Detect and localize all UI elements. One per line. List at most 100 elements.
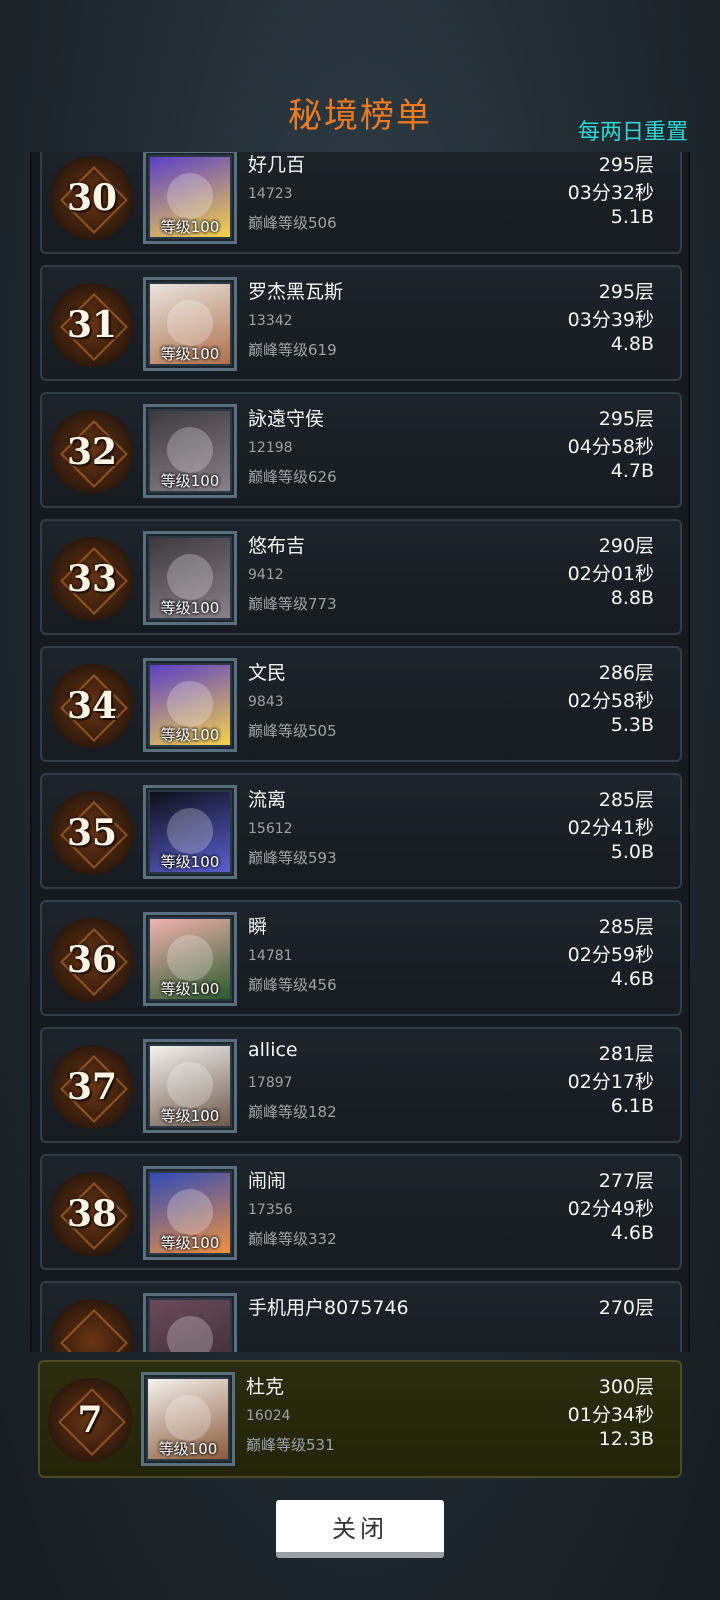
leaderboard-row[interactable]: 38 等级100 闹闹 17356 巅峰等级332 277层 02分49秒 4.6B: [40, 1154, 682, 1270]
avatar-level: 等级100: [160, 345, 220, 363]
rank-number: 32: [66, 431, 118, 473]
combat-power: 5.3B: [610, 714, 654, 736]
player-id: 13342: [248, 313, 293, 329]
floor-reached: 295层: [598, 408, 654, 430]
player-name: 瞬: [248, 916, 268, 938]
avatar[interactable]: 等级100: [143, 1039, 237, 1133]
avatar-face-icon: [167, 427, 213, 473]
clear-time: 02分17秒: [567, 1071, 654, 1093]
combat-power: 4.7B: [610, 460, 654, 482]
avatar[interactable]: 等级100: [143, 152, 237, 244]
avatar[interactable]: 等级100: [143, 1166, 237, 1260]
player-id: 12198: [248, 440, 293, 456]
floor-reached: 270层: [598, 1297, 654, 1319]
avatar[interactable]: 等级100: [143, 404, 237, 498]
leaderboard-row[interactable]: 37 等级100 allice 17897 巅峰等级182 281层 02分17秒 6.1B: [40, 1027, 682, 1143]
avatar-face-icon: [167, 554, 213, 600]
my-rank-row[interactable]: 7 等级100 杜克 16024 巅峰等级531 300层 01分34秒 12.…: [38, 1360, 682, 1478]
clear-time: 02分59秒: [567, 944, 654, 966]
reset-note: 每两日重置: [577, 120, 688, 145]
floor-reached: 281层: [598, 1043, 654, 1065]
peak-level: 巅峰等级506: [248, 214, 337, 232]
leaderboard-row[interactable]: 30 等级100 好几百 14723 巅峰等级506 295层 03分32秒 5.1B: [40, 152, 682, 254]
floor-reached: 285层: [598, 789, 654, 811]
rank-number: 33: [66, 558, 118, 600]
avatar-level: 等级100: [160, 726, 220, 744]
combat-power: 12.3B: [598, 1428, 654, 1450]
player-name: 文民: [248, 662, 287, 684]
rank-number: 34: [66, 685, 118, 727]
player-name: 悠布吉: [248, 535, 306, 557]
avatar-image: 等级100: [150, 284, 230, 364]
rank-badge: 38: [50, 1172, 134, 1256]
combat-power: 4.8B: [610, 333, 654, 355]
floor-reached: 300层: [598, 1376, 654, 1398]
clear-time: 04分58秒: [567, 436, 654, 458]
combat-power: 5.1B: [610, 206, 654, 228]
floor-reached: 295层: [598, 281, 654, 303]
leaderboard-row[interactable]: 32 等级100 詠遠守侯 12198 巅峰等级626 295层 04分58秒 4.7B: [40, 392, 682, 508]
avatar-level: 等级100: [160, 1234, 220, 1252]
combat-power: 6.1B: [610, 1095, 654, 1117]
leaderboard-row[interactable]: 34 等级100 文民 9843 巅峰等级505 286层 02分58秒 5.3B: [40, 646, 682, 762]
peak-level: 巅峰等级332: [248, 1230, 337, 1248]
floor-reached: 295层: [598, 154, 654, 176]
player-id: 17356: [248, 1202, 293, 1218]
leaderboard-row[interactable]: 35 等级100 流离 15612 巅峰等级593 285层 02分41秒 5.0B: [40, 773, 682, 889]
avatar-level: 等级100: [160, 853, 220, 871]
leaderboard-list[interactable]: 30 等级100 好几百 14723 巅峰等级506 295层 03分32秒 5.1B 31 等级…: [30, 152, 690, 1352]
avatar-level: 等级100: [158, 1440, 218, 1458]
clear-time: 02分01秒: [567, 563, 654, 585]
avatar-image: 等级100: [150, 538, 230, 618]
leaderboard-row[interactable]: 手机用户8075746 270层: [40, 1281, 682, 1352]
avatar-image: 等级100: [150, 919, 230, 999]
rank-number: 31: [66, 304, 118, 346]
peak-level: 巅峰等级531: [246, 1436, 335, 1454]
avatar[interactable]: 等级100: [143, 658, 237, 752]
rank-badge: 36: [50, 918, 134, 1002]
avatar[interactable]: 等级100: [143, 531, 237, 625]
avatar-face-icon: [167, 1316, 213, 1352]
rank-number: 35: [66, 812, 118, 854]
floor-reached: 286层: [598, 662, 654, 684]
avatar-face-icon: [167, 173, 213, 219]
avatar-level: 等级100: [160, 980, 220, 998]
player-name: 闹闹: [248, 1170, 287, 1192]
leaderboard-row[interactable]: 33 等级100 悠布吉 9412 巅峰等级773 290层 02分01秒 8.8B: [40, 519, 682, 635]
rank-number: 36: [66, 939, 118, 981]
avatar-level: 等级100: [160, 1107, 220, 1125]
peak-level: 巅峰等级619: [248, 341, 337, 359]
avatar[interactable]: [143, 1293, 237, 1352]
rank-number: [50, 1299, 134, 1352]
clear-time: 03分39秒: [567, 309, 654, 331]
avatar-level: 等级100: [160, 599, 220, 617]
avatar-level: 等级100: [160, 472, 220, 490]
combat-power: 4.6B: [610, 968, 654, 990]
peak-level: 巅峰等级505: [248, 722, 337, 740]
rank-number: 37: [66, 1066, 118, 1108]
player-name: 好几百: [248, 154, 306, 176]
avatar[interactable]: 等级100: [143, 785, 237, 879]
clear-time: 03分32秒: [567, 182, 654, 204]
rank-badge: 30: [50, 156, 134, 240]
avatar[interactable]: 等级100: [141, 1372, 235, 1466]
player-id: 14781: [248, 948, 293, 964]
avatar-face-icon: [165, 1395, 211, 1441]
peak-level: 巅峰等级456: [248, 976, 337, 994]
leaderboard-row[interactable]: 31 等级100 罗杰黑瓦斯 13342 巅峰等级619 295层 03分39秒 4.8B: [40, 265, 682, 381]
avatar-face-icon: [167, 300, 213, 346]
combat-power: 5.0B: [610, 841, 654, 863]
avatar[interactable]: 等级100: [143, 277, 237, 371]
floor-reached: 277层: [598, 1170, 654, 1192]
clear-time: 01分34秒: [567, 1404, 654, 1426]
combat-power: 8.8B: [610, 587, 654, 609]
player-id: 15612: [248, 821, 293, 837]
avatar-face-icon: [167, 1062, 213, 1108]
rank-badge: 35: [50, 791, 134, 875]
close-button[interactable]: 关闭: [276, 1500, 444, 1558]
rank-badge: 31: [50, 283, 134, 367]
avatar[interactable]: 等级100: [143, 912, 237, 1006]
avatar-face-icon: [167, 808, 213, 854]
leaderboard-row[interactable]: 36 等级100 瞬 14781 巅峰等级456 285层 02分59秒 4.6B: [40, 900, 682, 1016]
rank-number: 30: [66, 177, 118, 219]
